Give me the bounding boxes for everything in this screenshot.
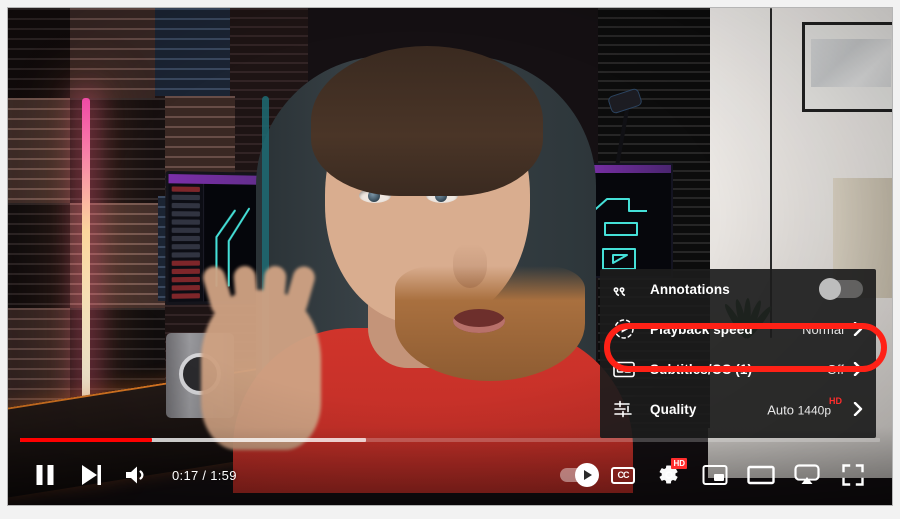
quality-value-group[interactable]: Auto 1440pHD: [767, 396, 863, 418]
player-controls-bar: 0:17 / 1:59 CC HD: [8, 427, 892, 505]
settings-button[interactable]: HD: [646, 452, 692, 498]
fullscreen-icon: [842, 464, 864, 486]
video-player[interactable]: Annotations Playback speed Normal Subtit…: [8, 8, 892, 505]
quality-value-wrap: Auto 1440pHD: [767, 396, 844, 418]
nose: [453, 244, 487, 288]
monitor2-titlebar: [583, 165, 671, 173]
progress-played: [20, 438, 152, 442]
framed-artwork: [802, 22, 892, 112]
autoplay-button[interactable]: [554, 452, 600, 498]
progress-bar[interactable]: [20, 438, 880, 442]
menu-label-subtitles: Subtitles/CC (1): [650, 361, 753, 377]
hand: [200, 263, 321, 450]
next-track-icon: [82, 465, 101, 485]
foam-tile: [8, 308, 70, 408]
person-on-camera: [200, 28, 633, 493]
controls-left-group: 0:17 / 1:59: [8, 452, 237, 498]
controls-right-group: CC HD: [554, 452, 892, 498]
playback-speed-icon: [612, 317, 636, 341]
monitor-sidebar: [168, 183, 205, 302]
pause-button[interactable]: [22, 452, 68, 498]
mouth: [453, 309, 505, 333]
menu-label-annotations: Annotations: [650, 281, 730, 297]
cast-icon: [794, 464, 820, 484]
chevron-right-icon: [853, 401, 863, 416]
monitor2-graphic: [588, 198, 647, 270]
annotations-toggle-knob: [819, 278, 841, 300]
theater-button[interactable]: [738, 452, 784, 498]
quality-value-resolution: 1440p: [797, 403, 831, 418]
autoplay-toggle-knob: [575, 463, 599, 487]
play-triangle-icon: [584, 470, 592, 480]
playback-speed-value: Normal: [802, 321, 844, 337]
hair: [311, 46, 543, 196]
annotations-control[interactable]: [819, 278, 863, 300]
controls-row: 0:17 / 1:59 CC HD: [8, 451, 892, 499]
subtitles-value-group[interactable]: Off: [827, 362, 863, 377]
subtitles-cc-icon: [612, 357, 636, 381]
volume-icon: [126, 466, 144, 484]
chevron-right-icon: [853, 362, 863, 376]
menu-label-quality: Quality: [650, 401, 697, 417]
subtitles-value: Off: [826, 361, 844, 377]
chevron-right-icon: [853, 322, 863, 336]
menu-item-quality[interactable]: Quality Auto 1440pHD: [600, 389, 876, 429]
time-display: 0:17 / 1:59: [172, 467, 237, 483]
menu-label-playback-speed: Playback speed: [650, 321, 753, 337]
settings-menu-panel[interactable]: Annotations Playback speed Normal Subtit…: [600, 269, 876, 438]
hd-badge: HD: [829, 395, 842, 406]
subtitles-button[interactable]: CC: [600, 452, 646, 498]
volume-button[interactable]: [114, 452, 160, 498]
cast-button[interactable]: [784, 452, 830, 498]
miniplayer-button[interactable]: [692, 452, 738, 498]
quality-value-auto: Auto: [767, 402, 794, 418]
annotations-icon: [612, 277, 636, 301]
foam-tile: [155, 8, 230, 96]
pause-icon: [36, 465, 54, 485]
screenshot-root: Annotations Playback speed Normal Subtit…: [0, 0, 900, 519]
cc-icon: CC: [611, 466, 635, 484]
foam-tile: [8, 203, 70, 308]
foam-tile: [8, 98, 70, 203]
foam-tile: [8, 8, 70, 98]
autoplay-toggle[interactable]: [560, 463, 599, 487]
menu-item-annotations[interactable]: Annotations: [600, 269, 876, 309]
menu-item-playback-speed[interactable]: Playback speed Normal: [600, 309, 876, 349]
miniplayer-icon: [702, 465, 728, 485]
next-video-button[interactable]: [68, 452, 114, 498]
quality-icon: [612, 397, 636, 421]
theater-mode-icon: [747, 465, 775, 485]
settings-hd-badge: HD: [671, 458, 687, 469]
playback-speed-value-group[interactable]: Normal: [802, 322, 863, 337]
foam-tile: [70, 8, 155, 98]
fullscreen-button[interactable]: [830, 452, 876, 498]
menu-item-subtitles[interactable]: Subtitles/CC (1) Off: [600, 349, 876, 389]
annotations-toggle[interactable]: [819, 278, 863, 300]
